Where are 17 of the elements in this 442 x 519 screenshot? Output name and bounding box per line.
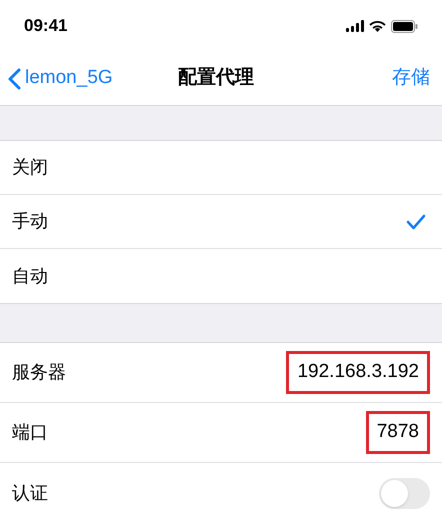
back-chevron-icon xyxy=(8,68,21,90)
option-label: 关闭 xyxy=(12,156,48,179)
nav-title: 配置代理 xyxy=(178,66,254,90)
wifi-icon xyxy=(369,20,386,32)
field-value[interactable]: 7878 xyxy=(366,411,430,454)
toggle-switch[interactable] xyxy=(379,478,430,508)
field-label: 端口 xyxy=(12,421,48,444)
field-label: 认证 xyxy=(12,482,48,504)
save-button[interactable]: 存储 xyxy=(392,64,434,93)
battery-icon xyxy=(391,20,418,32)
field-label: 服务器 xyxy=(12,361,66,384)
back-button[interactable]: lemon_5G xyxy=(8,64,113,93)
option-label: 手动 xyxy=(12,210,48,233)
signal-icon xyxy=(346,20,364,32)
field-value[interactable]: 192.168.3.192 xyxy=(286,351,430,394)
option-label: 自动 xyxy=(12,264,48,288)
status-time: 09:41 xyxy=(24,15,68,38)
